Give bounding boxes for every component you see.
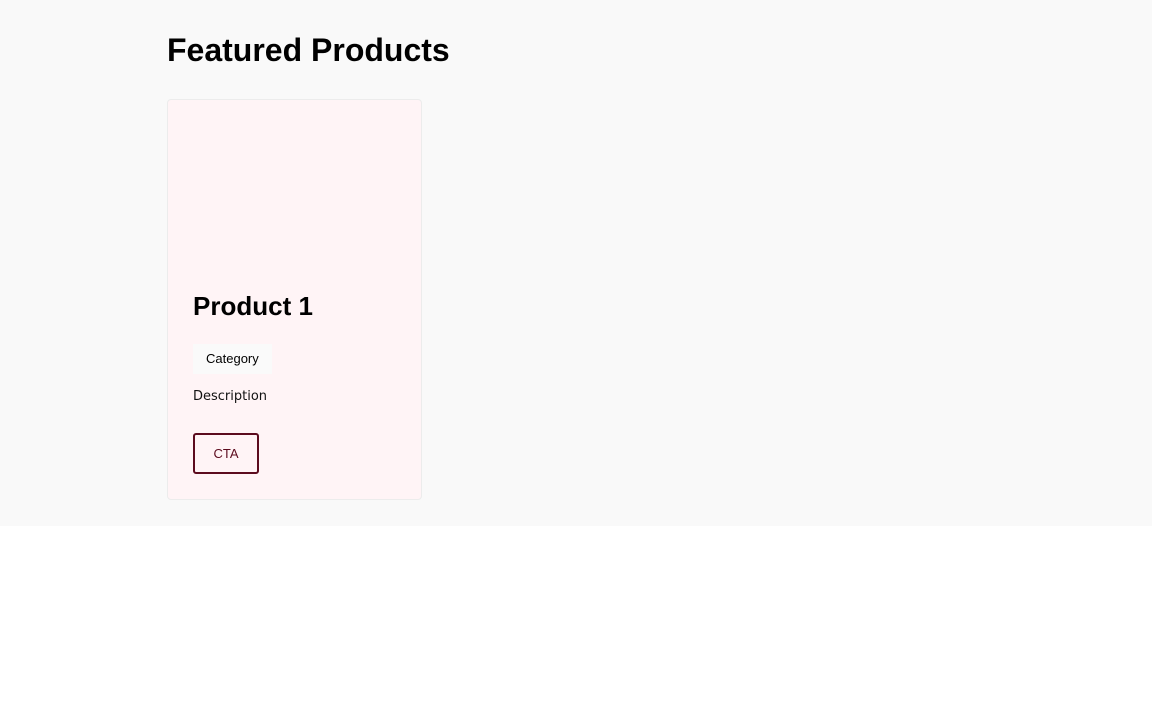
cta-button[interactable]: CTA (193, 433, 259, 474)
featured-products-section: Featured Products Product 1 Category Des… (0, 0, 1152, 526)
product-card: Product 1 Category Description CTA (167, 99, 422, 500)
section-title: Featured Products (167, 32, 450, 68)
product-title: Product 1 (193, 291, 313, 321)
category-tag: Category (193, 344, 272, 374)
product-description: Description (193, 389, 268, 404)
product-image (168, 100, 421, 270)
